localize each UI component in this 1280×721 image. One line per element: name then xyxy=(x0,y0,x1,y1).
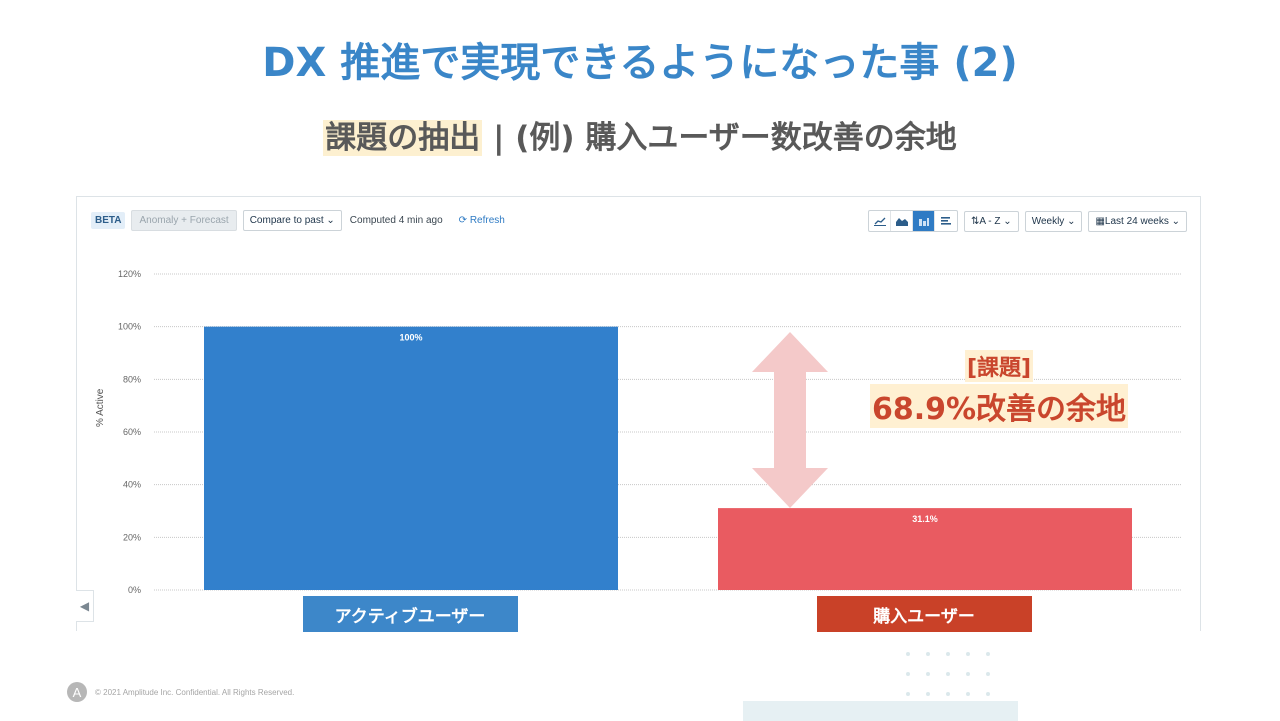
interval-dropdown[interactable]: Weekly ⌄ xyxy=(1024,210,1083,232)
area-chart-button[interactable] xyxy=(891,211,914,231)
computed-status: Computed 4 min ago xyxy=(349,215,443,226)
decorative-dot xyxy=(966,672,970,676)
collapse-sidebar-button[interactable]: ◀ xyxy=(76,590,94,622)
y-tick-label: 40% xyxy=(123,480,141,490)
decorative-dot xyxy=(946,672,950,676)
decorative-dot xyxy=(926,692,930,696)
decorative-dots xyxy=(906,652,990,696)
area-chart-icon xyxy=(895,218,908,226)
calendar-icon: ▦ xyxy=(1095,215,1105,227)
decorative-dot xyxy=(906,672,910,676)
date-range-dropdown[interactable]: ▦Last 24 weeks ⌄ xyxy=(1088,210,1187,232)
horizontal-bar-button[interactable] xyxy=(935,211,957,231)
refresh-button[interactable]: ⟳ Refresh xyxy=(459,215,505,226)
bar-value-label: 100% xyxy=(399,333,422,343)
annotation-text: 68.9%改善の余地 xyxy=(869,384,1129,428)
toolbar-right: ⇅A - Z ⌄ Weekly ⌄ ▦Last 24 weeks ⌄ xyxy=(868,210,1187,232)
refresh-label: Refresh xyxy=(469,215,505,226)
x-category-label: 購入ユーザー xyxy=(816,596,1032,632)
decorative-rect xyxy=(743,701,1018,721)
date-range-label: Last 24 weeks ⌄ xyxy=(1104,215,1180,227)
bar-value-label: 31.1% xyxy=(912,514,938,524)
horizontal-bar-icon xyxy=(941,217,952,225)
y-tick-label: 80% xyxy=(123,374,141,384)
bar-chart: 0% 20% 40% 60% 80% 100% 120% 100% 31.1% xyxy=(118,269,1182,595)
bar-chart-button[interactable] xyxy=(913,211,936,231)
refresh-icon: ⟳ xyxy=(458,215,470,226)
slide-subtitle: 課題の抽出 | (例) 購入ユーザー数改善の余地 xyxy=(0,112,1280,157)
y-tick-label: 20% xyxy=(123,532,141,542)
decorative-dot xyxy=(906,652,910,656)
x-category-label: アクティブユーザー xyxy=(302,596,518,632)
toolbar-left: BETA Anomaly + Forecast Compare to past … xyxy=(91,210,505,231)
decorative-dot xyxy=(986,672,990,676)
bar[interactable] xyxy=(204,326,618,590)
decorative-dot xyxy=(906,692,910,696)
sort-dropdown[interactable]: ⇅A - Z ⌄ xyxy=(964,210,1019,232)
double-arrow-icon xyxy=(752,332,828,508)
chevron-left-icon: ◀ xyxy=(79,599,90,613)
y-tick-label: 60% xyxy=(123,427,141,437)
y-tick-label: 0% xyxy=(128,585,141,595)
chart-area: % Active 0% 20% 40% 60% 80% 100% 120% 100% 31.1% xyxy=(77,257,1202,637)
sort-label: A - Z ⌄ xyxy=(979,215,1012,227)
decorative-dot xyxy=(986,692,990,696)
decorative-dot xyxy=(966,692,970,696)
compare-to-past-dropdown[interactable]: Compare to past ⌄ xyxy=(242,210,342,231)
line-chart-icon xyxy=(873,217,886,226)
bar-chart-icon xyxy=(918,218,929,226)
subtitle-rest: | (例) 購入ユーザー数改善の余地 xyxy=(482,120,957,156)
line-chart-button[interactable] xyxy=(869,211,892,231)
footer: A © 2021 Amplitude Inc. Confidential. Al… xyxy=(67,682,294,702)
y-tick-label: 100% xyxy=(118,322,141,332)
decorative-dot xyxy=(986,652,990,656)
y-tick-label: 120% xyxy=(118,269,141,279)
slide-title: DX 推進で実現できるようになった事 (2) xyxy=(262,40,1018,86)
beta-badge: BETA xyxy=(91,212,126,229)
subtitle-highlight: 課題の抽出 xyxy=(323,120,483,156)
decorative-dot xyxy=(946,652,950,656)
copyright-text: © 2021 Amplitude Inc. Confidential. All … xyxy=(95,687,295,697)
decorative-dot xyxy=(966,652,970,656)
annotation-heading: [課題] xyxy=(964,350,1034,382)
decorative-dot xyxy=(946,692,950,696)
annotation: [課題] 68.9%改善の余地 xyxy=(849,350,1149,428)
anomaly-forecast-button[interactable]: Anomaly + Forecast xyxy=(131,210,237,231)
decorative-dot xyxy=(926,672,930,676)
decorative-dot xyxy=(926,652,930,656)
viz-type-group xyxy=(868,210,959,232)
amplitude-logo-icon: A xyxy=(67,682,87,702)
